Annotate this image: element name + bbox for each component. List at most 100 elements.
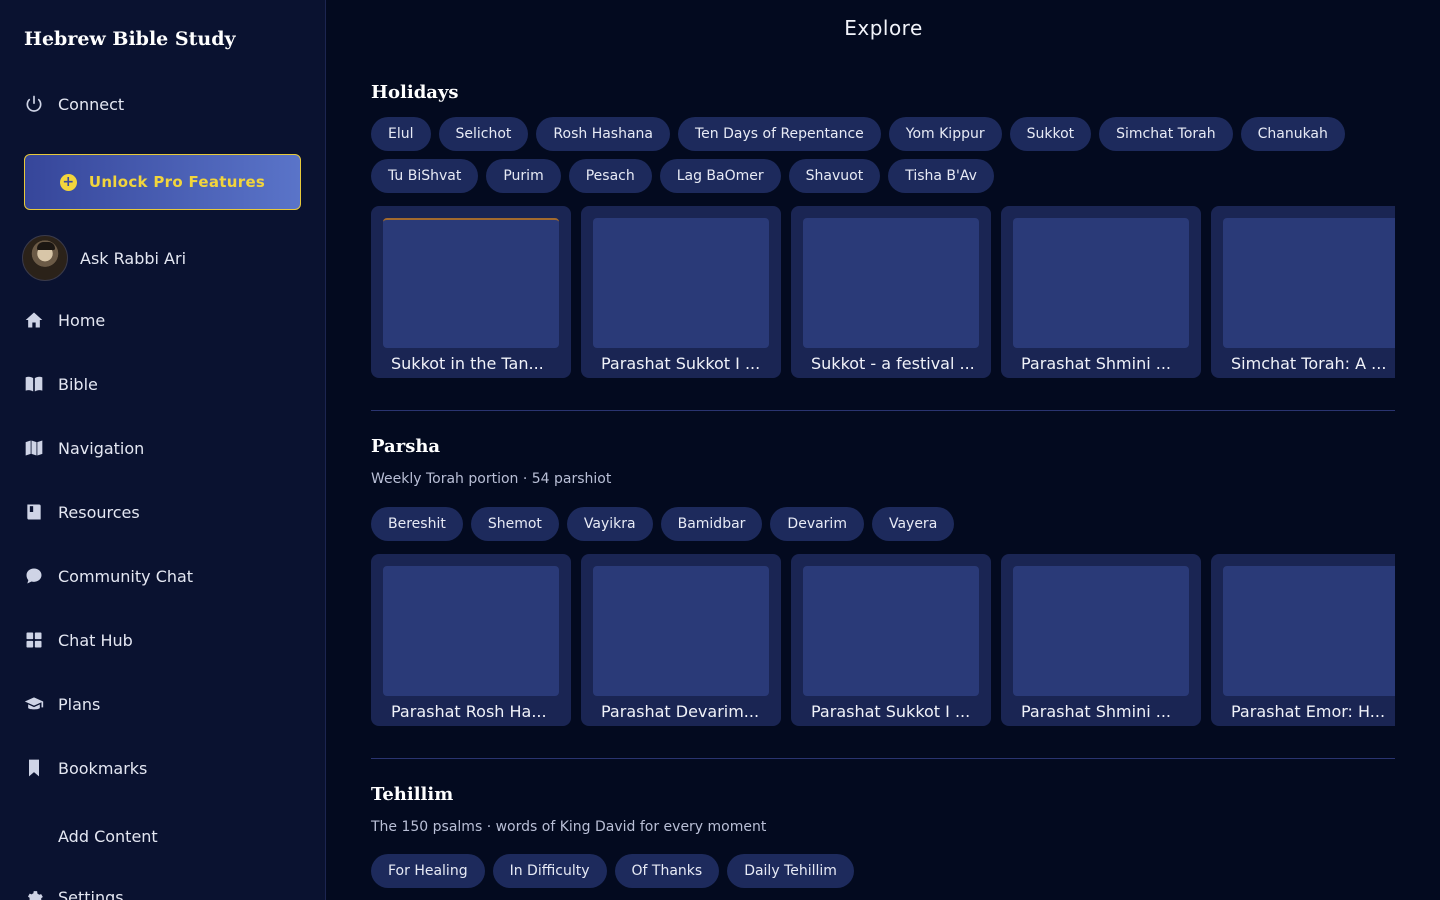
holiday-pill[interactable]: Rosh Hashana [536,117,670,151]
tehillim-pills: For Healing In Difficulty Of Thanks Dail… [371,854,1395,888]
card-thumbnail [803,566,979,696]
holiday-pill[interactable]: Tisha B'Av [888,159,994,193]
content-card[interactable]: Sukkot in the Tan... [371,206,571,378]
sidebar-item-label: Community Chat [58,566,194,586]
sidebar-item-label: Bookmarks [58,758,148,778]
sidebar-item-label: Settings [58,887,124,900]
content-card[interactable]: Parashat Sukkot I ... [581,206,781,378]
sidebar-item-home[interactable]: Home [24,305,105,335]
holiday-pill[interactable]: Sukkot [1009,117,1092,151]
parsha-pills: Bereshit Shemot Vayikra Bamidbar Devarim… [371,507,1395,541]
parsha-pill[interactable]: Vayikra [566,507,653,541]
rabbi-avatar [22,235,68,281]
content-card[interactable]: Simchat Torah: A ... [1211,206,1395,378]
tehillim-pill[interactable]: In Difficulty [492,854,607,888]
sidebar-item-resources[interactable]: Resources [24,497,140,527]
card-thumbnail [593,218,769,348]
parsha-pill[interactable]: Bereshit [371,507,463,541]
parsha-pill[interactable]: Bamidbar [660,507,763,541]
holiday-pill[interactable]: Selichot [438,117,529,151]
sidebar-item-community-chat[interactable]: Community Chat [24,561,193,591]
holiday-pill[interactable]: Ten Days of Repentance [678,117,881,151]
content-card[interactable]: Parashat Emor: H... [1211,554,1395,726]
parsha-pill[interactable]: Devarim [770,507,864,541]
holiday-pill[interactable]: Simchat Torah [1099,117,1233,151]
card-title: Parashat Emor: H... [1231,702,1386,721]
parsha-pill[interactable]: Shemot [470,507,559,541]
holiday-pill[interactable]: Yom Kippur [888,117,1002,151]
tehillim-pill[interactable]: Of Thanks [614,854,720,888]
tehillim-pill[interactable]: For Healing [371,854,485,888]
gear-icon [24,887,44,900]
plus-circle-icon: + [59,173,77,191]
holiday-pill[interactable]: Tu BiShvat [371,159,479,193]
tehillim-pill[interactable]: Daily Tehillim [727,854,854,888]
section-title: Parsha [371,436,441,457]
sidebar-item-label: Resources [58,502,140,522]
sidebar-item-add-content[interactable]: Add Content [24,821,158,851]
holiday-pill[interactable]: Purim [486,159,561,193]
sidebar-item-label: Plans [58,694,101,714]
content-card[interactable]: Sukkot - a festival ... [791,206,991,378]
book-icon [24,502,44,522]
power-icon [24,94,44,114]
holiday-pill[interactable]: Chanukah [1240,117,1345,151]
sidebar-item-bookmarks[interactable]: Bookmarks [24,753,147,783]
ask-rabbi-button[interactable]: Ask Rabbi Ari [22,235,186,281]
card-title: Parashat Sukkot I ... [601,354,761,373]
card-title: Parashat Sukkot I ... [811,702,971,721]
card-title: Sukkot in the Tan... [391,354,544,373]
page-title: Explore [844,16,923,40]
holiday-pill[interactable]: Lag BaOmer [659,159,781,193]
sidebar-item-chat-hub[interactable]: Chat Hub [24,625,133,655]
connect-button[interactable]: Connect [24,89,124,119]
content-card[interactable]: Parashat Shmini ... [1001,206,1201,378]
card-thumbnail [803,218,979,348]
card-title: Parashat Rosh Ha... [391,702,547,721]
sidebar: Hebrew Bible Study Connect + Unlock Pro … [0,0,326,900]
holidays-section: Holidays [371,82,1395,103]
holiday-pill[interactable]: Shavuot [788,159,881,193]
connect-label: Connect [58,94,125,114]
card-title: Parashat Devarim... [601,702,760,721]
card-title: Parashat Shmini ... [1021,702,1172,721]
ask-rabbi-label: Ask Rabbi Ari [80,248,187,268]
card-thumbnail [593,566,769,696]
sidebar-item-plans[interactable]: Plans [24,689,100,719]
sidebar-item-settings[interactable]: Settings [24,882,124,900]
graduation-cap-icon [24,694,44,714]
section-divider [371,410,1395,411]
card-thumbnail [1013,566,1189,696]
holiday-pill[interactable]: Pesach [568,159,652,193]
sidebar-item-navigation[interactable]: Navigation [24,433,144,463]
tehillim-section: Tehillim The 150 psalms · words of King … [371,784,1395,835]
holiday-pills: Elul Selichot Rosh Hashana Ten Days of R… [371,117,1395,193]
card-thumbnail [383,218,559,348]
card-thumbnail [1223,566,1395,696]
sidebar-item-label: Bible [58,374,98,394]
parsha-pill[interactable]: Vayera [871,507,955,541]
sidebar-item-label: Chat Hub [58,630,133,650]
grid-icon [24,630,44,650]
home-icon [24,310,44,330]
parsha-section: Parsha Weekly Torah portion · 54 parshio… [371,436,1395,487]
content-card[interactable]: Parashat Devarim... [581,554,781,726]
card-thumbnail [1223,218,1395,348]
sidebar-item-bible[interactable]: Bible [24,369,98,399]
holiday-pill[interactable]: Elul [371,117,431,151]
unlock-pro-label: Unlock Pro Features [88,173,266,191]
card-thumbnail [383,566,559,696]
content-card[interactable]: Parashat Shmini ... [1001,554,1201,726]
bookmark-icon [24,758,44,778]
content-card[interactable]: Parashat Rosh Ha... [371,554,571,726]
content-card[interactable]: Parashat Sukkot I ... [791,554,991,726]
chat-bubble-icon [24,566,44,586]
section-divider [371,758,1395,759]
unlock-pro-button[interactable]: + Unlock Pro Features [24,154,301,210]
holiday-cards: Sukkot in the Tan... Parashat Sukkot I .… [371,206,1395,378]
parsha-cards: Parashat Rosh Ha... Parashat Devarim... … [371,554,1395,726]
sidebar-item-label: Home [58,310,106,330]
section-subtitle: The 150 psalms · words of King David for… [371,819,767,835]
sidebar-item-label: Navigation [58,438,145,458]
map-icon [24,438,44,458]
